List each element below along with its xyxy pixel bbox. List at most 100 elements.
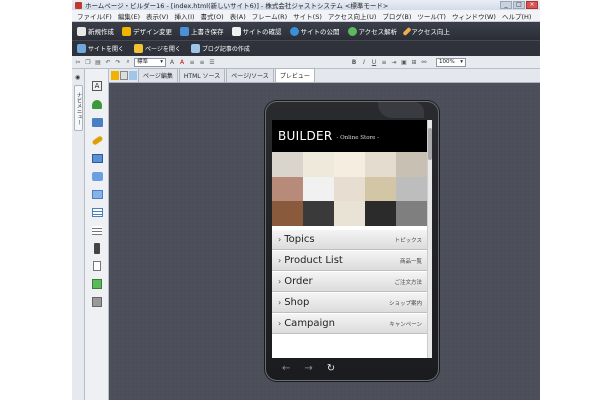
pin-icon[interactable]: ◉ [75,74,82,81]
back-arrow-icon[interactable]: ← [282,363,290,374]
save-icon [180,26,189,36]
open-site-icon [77,44,86,53]
open-site-button[interactable]: サイトを開く [75,43,126,54]
mobile-icon[interactable] [89,241,105,255]
page-icon[interactable] [89,259,105,273]
tab-page-edit[interactable]: ページ編集 [138,68,178,82]
menu-item-shop[interactable]: › Shop ショップ案内 [272,293,427,313]
frame-icon[interactable] [89,187,105,201]
underline-icon[interactable]: U [370,58,378,66]
menu-window[interactable]: ウィンドウ(W) [449,11,499,21]
image-text-icon[interactable] [89,115,105,129]
design-change-button[interactable]: デザイン変更 [120,25,174,37]
list-icon[interactable]: ☰ [208,58,216,66]
navi-menu-tab[interactable]: ナビメニュー [74,85,83,131]
indent-icon[interactable]: ⇥ [390,58,398,66]
text-tool-icon[interactable]: A [89,79,105,93]
chevron-right-icon: › [278,256,282,265]
product-photo-grid [272,152,427,226]
site-brand[interactable]: BUILDER [278,129,333,143]
parts-palette: A [85,69,109,400]
menu-frame[interactable]: フレーム(R) [249,11,290,21]
product-photo [396,152,427,177]
menu-table[interactable]: 表(A) [227,11,249,21]
create-blog-post-button[interactable]: ブログ記事の作成 [189,43,252,54]
menu-format[interactable]: 書式(O) [198,11,227,21]
maximize-button[interactable]: □ [513,1,525,9]
window-title: ホームページ・ビルダー16 - [index.html(新しいサイト6)] - … [85,2,389,10]
product-photo [303,201,334,226]
analytics-icon [347,26,357,36]
copy-icon[interactable]: ❐ [84,58,92,66]
title-bar: ホームページ・ビルダー16 - [index.html(新しいサイト6)] - … [72,0,540,10]
link-part-icon[interactable] [89,133,105,147]
menu-blog[interactable]: ブログ(B) [379,11,414,21]
link-icon[interactable]: ⚯ [420,58,428,66]
site-menu: › Topics トピックス › Product List 商品一覧 › Order … [272,230,427,335]
redo-icon[interactable]: ↷ [114,58,122,66]
minimize-button[interactable]: _ [500,1,512,9]
menu-view[interactable]: 表示(V) [143,11,172,21]
zoom-select[interactable]: 100% ▾ [436,57,466,67]
product-photo [334,176,365,202]
menu-tools[interactable]: ツール(T) [414,11,449,21]
menu-edit[interactable]: 編集(E) [115,11,143,21]
smartphone-frame: BUILDER - Online Store - › Topics トピックス … [265,101,439,381]
app-icon [75,1,82,9]
image-icon[interactable]: ▣ [400,58,408,66]
table-part-icon[interactable] [89,205,105,219]
forward-arrow-icon[interactable]: → [304,363,312,374]
tab-page-source[interactable]: ページ/ソース [226,68,274,82]
blog-icon [190,44,200,53]
preview-area: BUILDER - Online Store - › Topics トピックス … [109,83,540,400]
layout-icon[interactable] [89,295,105,309]
scrollbar-thumb[interactable] [428,128,432,160]
reload-icon[interactable]: ↻ [327,363,335,374]
preview-scrollbar[interactable] [427,120,432,358]
table-icon[interactable]: ⊞ [410,58,418,66]
menu-item-campaign[interactable]: › Campaign キャンペーン [272,314,427,334]
menu-item-product-list[interactable]: › Product List 商品一覧 [272,251,427,271]
phone-screen[interactable]: BUILDER - Online Store - › Topics トピックス … [272,120,432,358]
font-size-icon[interactable]: A [168,58,176,66]
style-select[interactable]: 標準 ▾ [134,57,166,67]
list-part-icon[interactable] [89,223,105,237]
new-button[interactable]: 新規作成 [75,25,116,37]
find-icon[interactable]: ⌕ [124,58,132,66]
open-page-button[interactable]: ページを開く [132,43,183,54]
gallery-icon[interactable] [89,169,105,183]
access-improve-button[interactable]: アクセス向上 [402,25,452,37]
bold-icon[interactable]: B [350,58,358,66]
tab-html-source[interactable]: HTML ソース [178,68,226,82]
menu-site[interactable]: サイト(S) [290,11,325,21]
menu-file[interactable]: ファイル(F) [74,11,115,21]
menu-insert[interactable]: 挿入(I) [172,11,198,21]
phone-notch [378,102,424,118]
access-analytics-button[interactable]: アクセス解析 [346,25,400,37]
align-center-icon[interactable]: ≡ [198,58,206,66]
menu-item-order[interactable]: › Order ご注文方法 [272,272,427,292]
chevron-down-icon: ▾ [160,58,163,65]
form-icon[interactable] [89,277,105,291]
italic-icon[interactable]: I [360,58,368,66]
save-button[interactable]: 上書き保存 [178,25,226,37]
menu-help[interactable]: ヘルプ(H) [499,11,534,21]
cut-icon[interactable]: ✂ [74,58,82,66]
chevron-right-icon: › [278,298,282,307]
align-right-icon[interactable]: ≡ [380,58,388,66]
font-color-icon[interactable]: A [178,58,186,66]
photo-icon[interactable] [89,151,105,165]
menu-bar: ファイル(F) 編集(E) 表示(V) 挿入(I) 書式(O) 表(A) フレー… [72,10,540,22]
align-left-icon[interactable]: ≡ [188,58,196,66]
site-check-button[interactable]: サイトの確認 [230,25,284,37]
product-photo [396,176,427,202]
tab-preview[interactable]: プレビュー [274,68,315,82]
person-icon[interactable] [89,97,105,111]
paste-icon[interactable]: ▤ [94,58,102,66]
menu-item-topics[interactable]: › Topics トピックス [272,230,427,250]
undo-icon[interactable]: ↶ [104,58,112,66]
close-button[interactable]: × [526,1,538,9]
menu-access[interactable]: アクセス向上(U) [325,11,380,21]
site-publish-button[interactable]: サイトの公開 [288,25,342,37]
sub-toolbar: サイトを開く ページを開く ブログ記事の作成 [72,40,540,56]
